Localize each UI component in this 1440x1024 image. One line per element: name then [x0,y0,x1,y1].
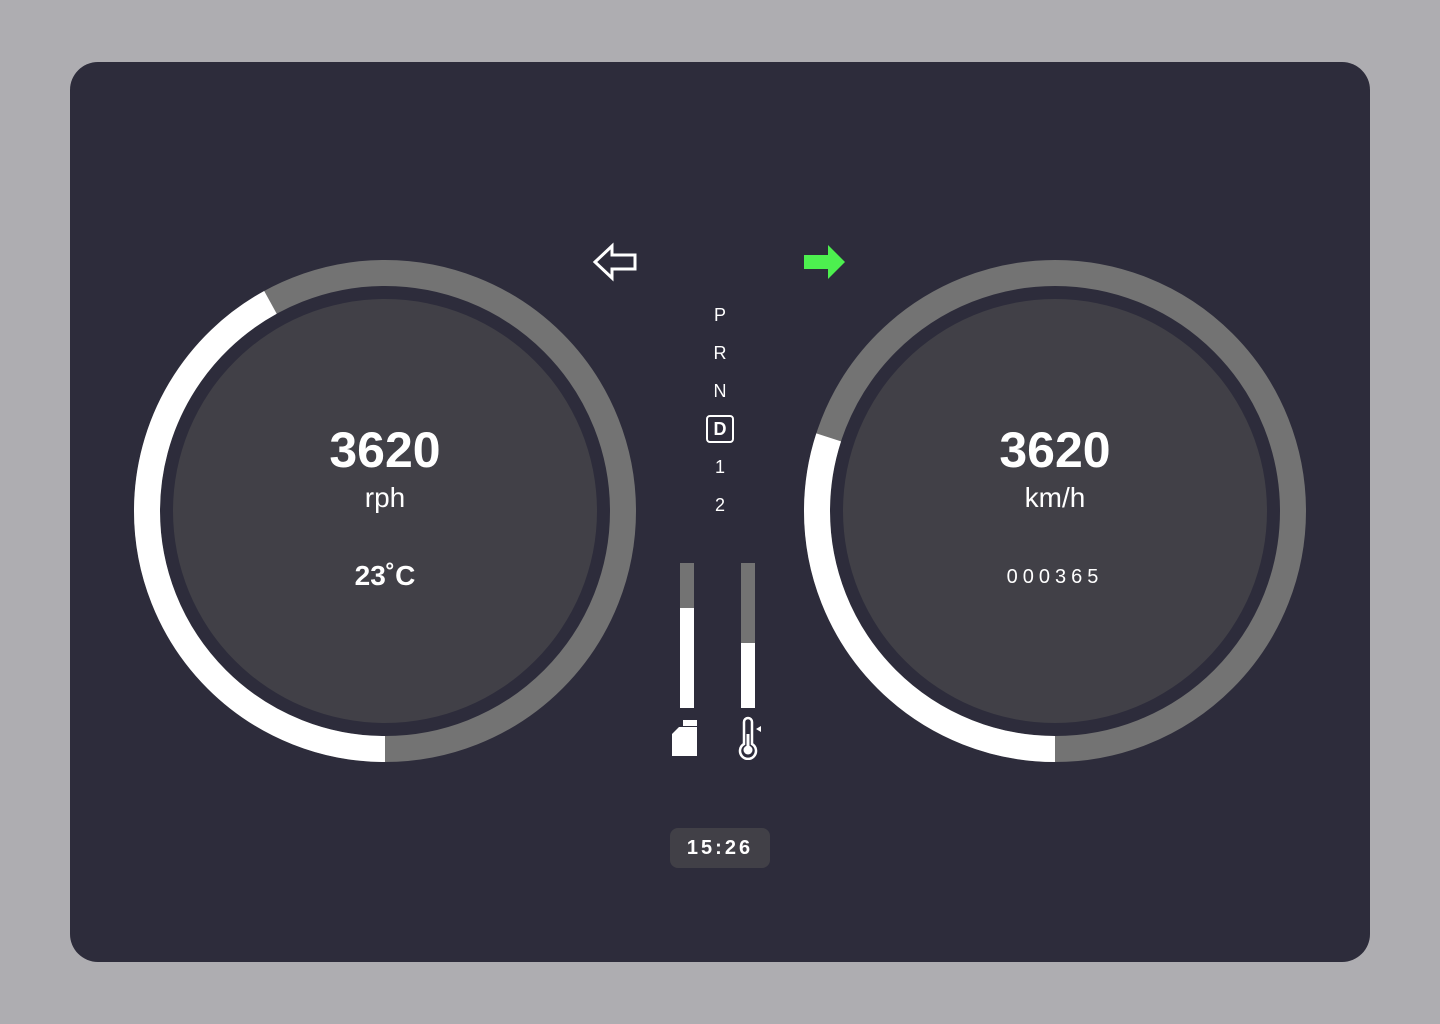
gear-r: R [713,343,727,363]
gear-n: N [713,381,727,401]
gear-1: 1 [714,457,725,477]
odometer: 000365 [1006,566,1104,588]
gear-d-selected: D [700,410,740,448]
clock: 15:26 [670,828,770,868]
tachometer-unit: rph [364,482,406,513]
speedometer-gauge: 3620 km/h 000365 [803,259,1307,763]
coolant-temperature-bar [741,563,755,708]
fuel-level-fill [680,607,694,708]
fuel-level-bar [680,563,694,708]
right-turn-signal-icon [804,245,845,279]
dashboard-panel: 3620 rph 23˚C 3620 km/h 000365 P R N D 1… [70,62,1370,962]
speed-value: 3620 [999,422,1111,478]
gear-selector: P R N D 1 2 [700,296,740,524]
fuel-can-icon [672,720,697,756]
left-turn-signal-icon [592,242,637,282]
thermometer-icon [738,716,761,760]
tachometer-value: 3620 [329,422,441,478]
gear-p: P [713,305,726,325]
coolant-temperature-fill [741,642,755,708]
speed-unit: km/h [1024,482,1086,513]
tachometer-gauge: 3620 rph 23˚C [133,259,637,763]
outside-temperature: 23˚C [354,560,416,591]
gear-2: 2 [714,495,725,515]
